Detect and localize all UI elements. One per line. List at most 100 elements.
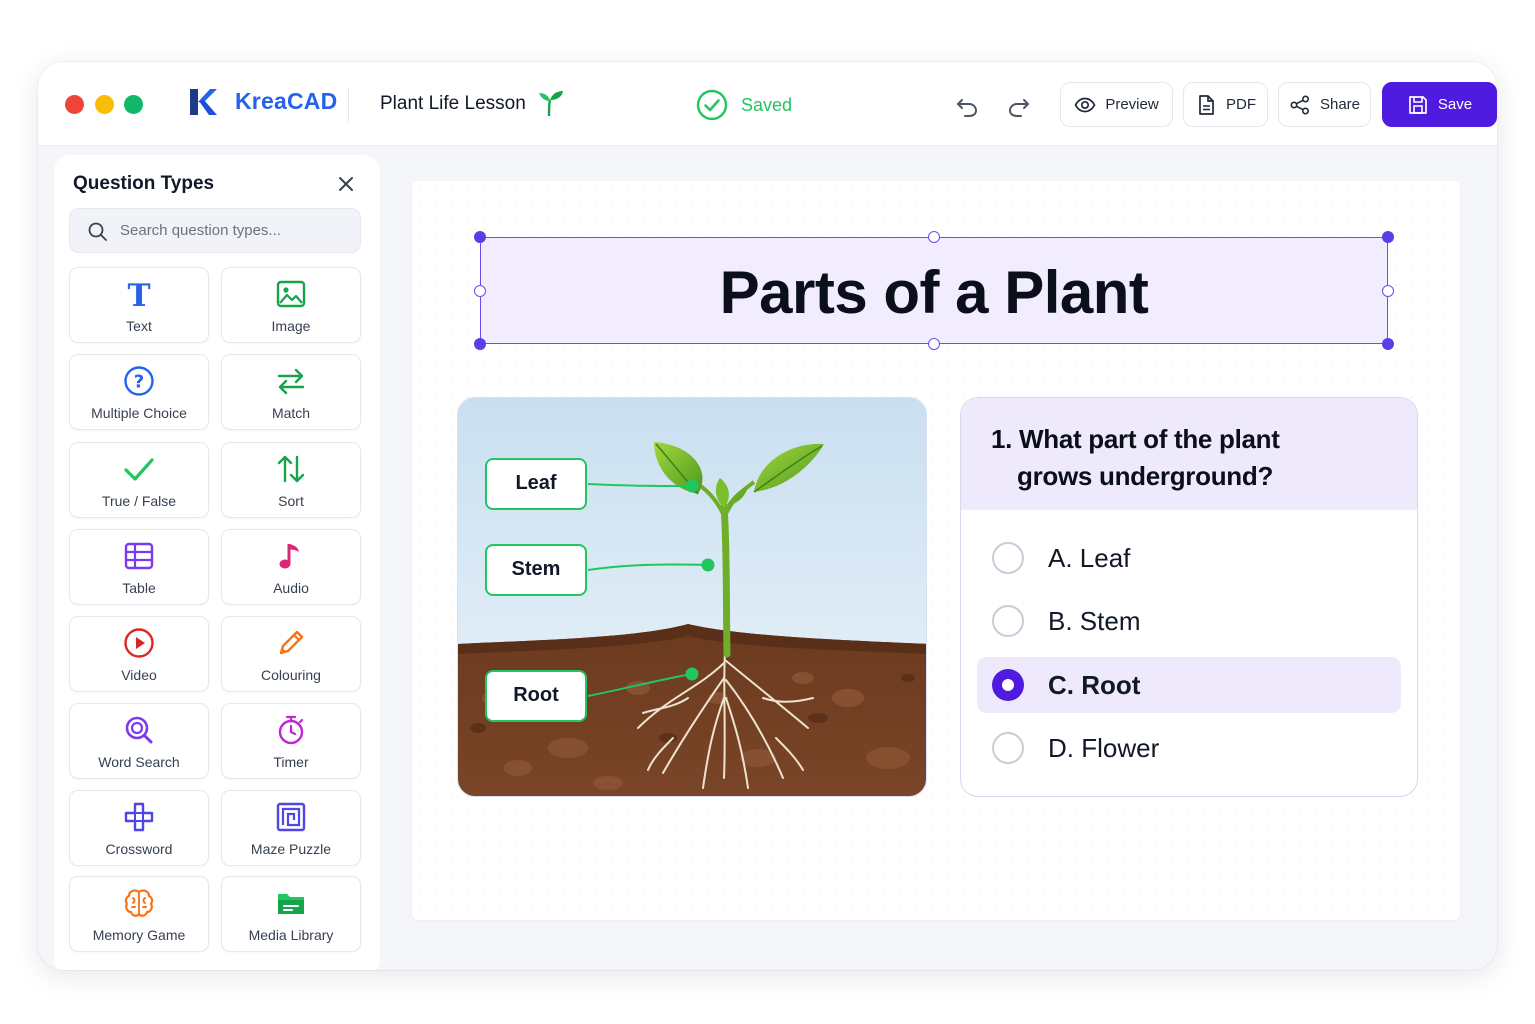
qt-crossword[interactable]: Crossword bbox=[69, 790, 209, 866]
qt-label: Colouring bbox=[261, 667, 321, 683]
resize-handle[interactable] bbox=[474, 285, 486, 297]
answer-option-label: A. Leaf bbox=[1048, 543, 1131, 573]
answer-option-label: B. Stem bbox=[1048, 606, 1141, 636]
qt-label: Audio bbox=[273, 580, 309, 596]
divider bbox=[348, 88, 349, 122]
kreacad-logo-icon bbox=[190, 89, 217, 115]
text-icon: T bbox=[127, 278, 150, 310]
pdf-label: PDF bbox=[1226, 96, 1256, 113]
brain-icon bbox=[124, 889, 154, 917]
saved-check-icon bbox=[696, 89, 728, 121]
qt-label: Video bbox=[121, 667, 157, 683]
qt-text[interactable]: T Text bbox=[69, 267, 209, 343]
qt-label: Timer bbox=[273, 754, 309, 770]
qt-colouring[interactable]: Colouring bbox=[221, 616, 361, 692]
panel-title: Question Types bbox=[73, 173, 215, 194]
document-title[interactable]: Plant Life Lesson bbox=[380, 93, 526, 115]
redo-icon[interactable] bbox=[1005, 92, 1033, 120]
app-window: KreaCAD Plant Life Lesson Saved Preview … bbox=[38, 62, 1497, 970]
svg-text:?: ? bbox=[134, 372, 144, 393]
sprout-icon bbox=[539, 91, 563, 117]
qt-label: Table bbox=[122, 580, 156, 596]
floppy-disk-icon bbox=[1409, 95, 1427, 114]
qt-media-library[interactable]: Media Library bbox=[221, 876, 361, 952]
share-icon bbox=[1290, 94, 1309, 115]
save-status: Saved bbox=[741, 95, 793, 115]
qt-table[interactable]: Table bbox=[69, 529, 209, 605]
resize-handle[interactable] bbox=[928, 231, 940, 243]
qt-label: Memory Game bbox=[92, 927, 186, 943]
qt-label: Image bbox=[271, 318, 311, 334]
swap-arrows-icon bbox=[277, 368, 305, 395]
question-text: grows underground? bbox=[1017, 461, 1274, 491]
qt-label: Text bbox=[126, 318, 152, 334]
table-icon bbox=[124, 542, 154, 570]
qt-label: Word Search bbox=[98, 754, 180, 770]
qt-sort[interactable]: Sort bbox=[221, 442, 361, 518]
question-text: 1. What part of the plant bbox=[991, 424, 1280, 454]
document-icon bbox=[1199, 94, 1214, 115]
resize-handle[interactable] bbox=[928, 338, 940, 350]
share-label: Share bbox=[1319, 96, 1361, 113]
music-note-icon bbox=[279, 544, 299, 569]
qt-audio[interactable]: Audio bbox=[221, 529, 361, 605]
answer-option[interactable]: A. Leaf bbox=[977, 530, 1401, 586]
resize-handle[interactable] bbox=[1382, 231, 1394, 243]
answer-option-label: D. Flower bbox=[1048, 733, 1160, 763]
answer-option-selected[interactable]: C. Root bbox=[977, 657, 1401, 713]
maximize-window-dot[interactable] bbox=[124, 95, 143, 114]
folder-icon bbox=[278, 894, 304, 914]
pdf-button[interactable]: PDF bbox=[1183, 82, 1268, 127]
qt-memory-game[interactable]: Memory Game bbox=[69, 876, 209, 952]
qt-true-false[interactable]: True / False bbox=[69, 442, 209, 518]
qt-maze-puzzle[interactable]: Maze Puzzle bbox=[221, 790, 361, 866]
share-button[interactable]: Share bbox=[1278, 82, 1371, 127]
leaf-label[interactable]: Leaf bbox=[485, 458, 587, 510]
qt-label: Maze Puzzle bbox=[250, 841, 332, 857]
canvas-title[interactable]: Parts of a Plant bbox=[481, 258, 1387, 327]
stopwatch-icon bbox=[278, 715, 304, 745]
top-bar: KreaCAD Plant Life Lesson Saved Preview … bbox=[38, 62, 1497, 146]
answer-option[interactable]: D. Flower bbox=[977, 720, 1401, 776]
question-card[interactable]: 1. What part of the plant grows undergro… bbox=[960, 397, 1418, 797]
qt-image[interactable]: Image bbox=[221, 267, 361, 343]
plant-diagram[interactable]: Leaf Stem Root bbox=[457, 397, 927, 797]
preview-label: Preview bbox=[1105, 96, 1159, 113]
resize-handle[interactable] bbox=[474, 231, 486, 243]
play-circle-icon bbox=[124, 628, 154, 658]
lesson-canvas: Parts of a Plant Leaf Stem Root 1. What … bbox=[412, 181, 1460, 920]
qt-video[interactable]: Video bbox=[69, 616, 209, 692]
save-label: Save bbox=[1437, 96, 1473, 113]
image-icon bbox=[276, 280, 306, 308]
search-box bbox=[69, 208, 361, 253]
app-name: KreaCAD bbox=[235, 88, 338, 114]
resize-handle[interactable] bbox=[1382, 285, 1394, 297]
root-label[interactable]: Root bbox=[485, 670, 587, 722]
radio-button-selected[interactable] bbox=[992, 669, 1024, 701]
resize-handle[interactable] bbox=[474, 338, 486, 350]
maze-icon bbox=[276, 802, 306, 832]
undo-icon[interactable] bbox=[953, 92, 981, 120]
qt-label: Crossword bbox=[105, 841, 173, 857]
answer-option[interactable]: B. Stem bbox=[977, 593, 1401, 649]
question-types-panel: Question Types T Text bbox=[54, 155, 380, 970]
stem-label[interactable]: Stem bbox=[485, 544, 587, 596]
resize-handle[interactable] bbox=[1382, 338, 1394, 350]
radio-button[interactable] bbox=[992, 732, 1024, 764]
close-icon[interactable] bbox=[336, 174, 356, 194]
svg-text:T: T bbox=[127, 278, 150, 310]
qt-timer[interactable]: Timer bbox=[221, 703, 361, 779]
qt-multiple-choice[interactable]: ? Multiple Choice bbox=[69, 354, 209, 430]
minimize-window-dot[interactable] bbox=[95, 95, 114, 114]
radio-button[interactable] bbox=[992, 605, 1024, 637]
title-textbox[interactable]: Parts of a Plant bbox=[480, 237, 1388, 344]
crossword-icon bbox=[124, 802, 154, 832]
qt-label: Multiple Choice bbox=[91, 405, 187, 421]
qt-word-search[interactable]: Word Search bbox=[69, 703, 209, 779]
search-input[interactable] bbox=[120, 209, 350, 252]
preview-button[interactable]: Preview bbox=[1060, 82, 1173, 127]
close-window-dot[interactable] bbox=[65, 95, 84, 114]
save-button[interactable]: Save bbox=[1382, 82, 1497, 127]
radio-button[interactable] bbox=[992, 542, 1024, 574]
qt-match[interactable]: Match bbox=[221, 354, 361, 430]
